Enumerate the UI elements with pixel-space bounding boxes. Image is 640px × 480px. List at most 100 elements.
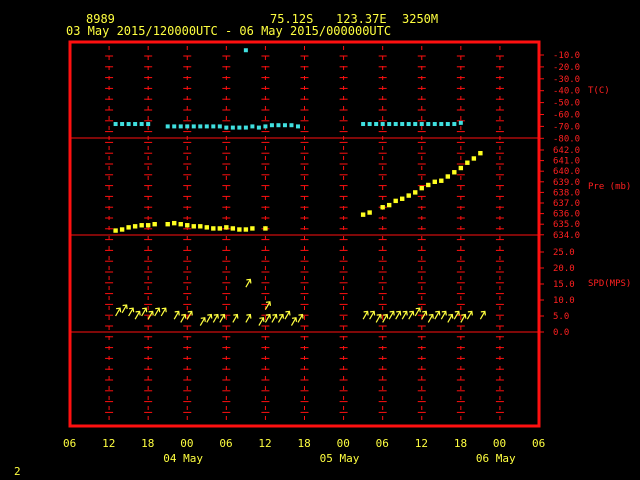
temperature-point: [400, 122, 405, 127]
pressure-point: [113, 228, 118, 233]
wind-barb: [290, 317, 297, 326]
wind-barb: [466, 311, 473, 320]
wind-barb: [199, 317, 206, 326]
pressure-point: [478, 150, 483, 156]
wind-barb: [180, 314, 186, 323]
pressure-point: [419, 185, 424, 191]
temperature-point: [387, 122, 392, 127]
wind-barb: [219, 314, 225, 323]
y-tick-label: 635.0: [553, 220, 580, 230]
pressure-point: [198, 224, 203, 229]
y-tick-label: -60.0: [553, 111, 580, 121]
wind-barb: [128, 307, 134, 317]
pressure-point: [406, 193, 411, 198]
temperature-point: [204, 124, 209, 129]
temperature-point: [361, 122, 366, 127]
x-tick-label: 00: [180, 437, 193, 450]
pressure-point: [119, 227, 125, 232]
temperature-point: [367, 122, 372, 127]
x-tick-label: 18: [454, 437, 467, 450]
y-tick-label: 636.0: [553, 210, 580, 220]
wind-barb: [434, 311, 440, 320]
temperature-point: [198, 124, 203, 129]
x-tick-label: 18: [141, 437, 154, 450]
wind-barb: [245, 314, 251, 323]
pressure-point: [178, 222, 183, 227]
wind-barb: [277, 314, 284, 323]
pressure-point: [413, 190, 418, 195]
y-tick-label: 15.0: [553, 280, 575, 290]
y-tick-label: 10.0: [553, 296, 575, 306]
pressure-point: [204, 225, 209, 230]
pressure-point: [400, 196, 405, 201]
wind-barb: [212, 314, 219, 323]
temperature-point: [419, 122, 424, 127]
pressure-point: [471, 156, 477, 161]
pressure-point: [360, 212, 366, 217]
x-tick-label: 06: [63, 437, 76, 450]
wind-barb: [447, 314, 453, 323]
temperature-point: [126, 122, 131, 127]
temperature-point: [113, 122, 118, 127]
pressure-point: [458, 165, 464, 171]
wind-barb: [271, 314, 277, 323]
temperature-point: [282, 123, 287, 128]
pressure-point: [445, 174, 451, 179]
pressure-point: [380, 205, 385, 210]
x-tick-label: 12: [415, 437, 428, 450]
wind-barb: [264, 314, 271, 323]
wind-barb: [297, 314, 304, 323]
temperature-point: [380, 122, 385, 127]
y-tick-label: 642.0: [553, 146, 580, 156]
wind-barb: [245, 279, 251, 288]
temperature-point: [413, 122, 418, 127]
temperature-point: [185, 124, 190, 129]
temperature-point: [243, 48, 248, 53]
pressure-point: [152, 222, 157, 227]
temperature-point: [393, 122, 398, 127]
temperature-point: [295, 124, 300, 129]
x-date-label: 04 May: [163, 452, 203, 465]
wind-barb: [173, 311, 180, 320]
wind-barb: [427, 314, 434, 323]
header: 8989 75.12S 123.37E 3250M 03 May 2015/12…: [66, 12, 438, 38]
y-tick-label: 634.0: [553, 231, 580, 241]
pressure-point: [139, 223, 144, 228]
pressure-point: [224, 225, 229, 230]
temperature-point: [289, 123, 294, 128]
temperature-point: [172, 124, 177, 129]
wind-barb: [284, 311, 290, 320]
x-tick-label: 12: [102, 437, 115, 450]
temperature-point: [445, 122, 450, 127]
pressure-point: [145, 223, 151, 228]
temperature-point: [211, 124, 216, 129]
wind-barb: [232, 314, 238, 323]
pressure-point: [211, 226, 216, 231]
x-tick-label: 12: [258, 437, 271, 450]
pressure-point: [185, 223, 190, 228]
wind-barb: [382, 314, 388, 323]
wind-barb: [160, 307, 167, 317]
wind-barb: [258, 317, 264, 326]
pressure-point: [263, 226, 268, 231]
wind-barb: [479, 311, 486, 320]
y-tick-label: 640.0: [553, 167, 580, 177]
pressure-point: [465, 160, 470, 165]
temperature-point: [374, 122, 379, 127]
wind-barb: [206, 314, 212, 323]
temperature-point: [263, 124, 268, 129]
temperature-point: [224, 125, 229, 130]
y-axis-labels: -10.0 -20.0 -30.0 -40.0 -50.0 -60.0-70.0 -80.0…: [539, 51, 631, 338]
time-range: 03 May 2015/120000UTC - 06 May 2015/0000…: [66, 24, 391, 38]
temperature-point: [243, 125, 248, 130]
temperature-point: [250, 124, 255, 129]
y-tick-label: 0.0: [553, 328, 569, 338]
wind-barb: [408, 311, 414, 320]
pressure-point: [132, 224, 138, 229]
y-tick-label: 20.0: [553, 264, 575, 274]
temperature-point: [120, 122, 125, 127]
x-tick-label: 06: [532, 437, 545, 450]
y-tick-label: -80.0: [553, 134, 580, 144]
pressure-point: [217, 226, 223, 231]
x-date-label: 06 May: [476, 452, 516, 465]
